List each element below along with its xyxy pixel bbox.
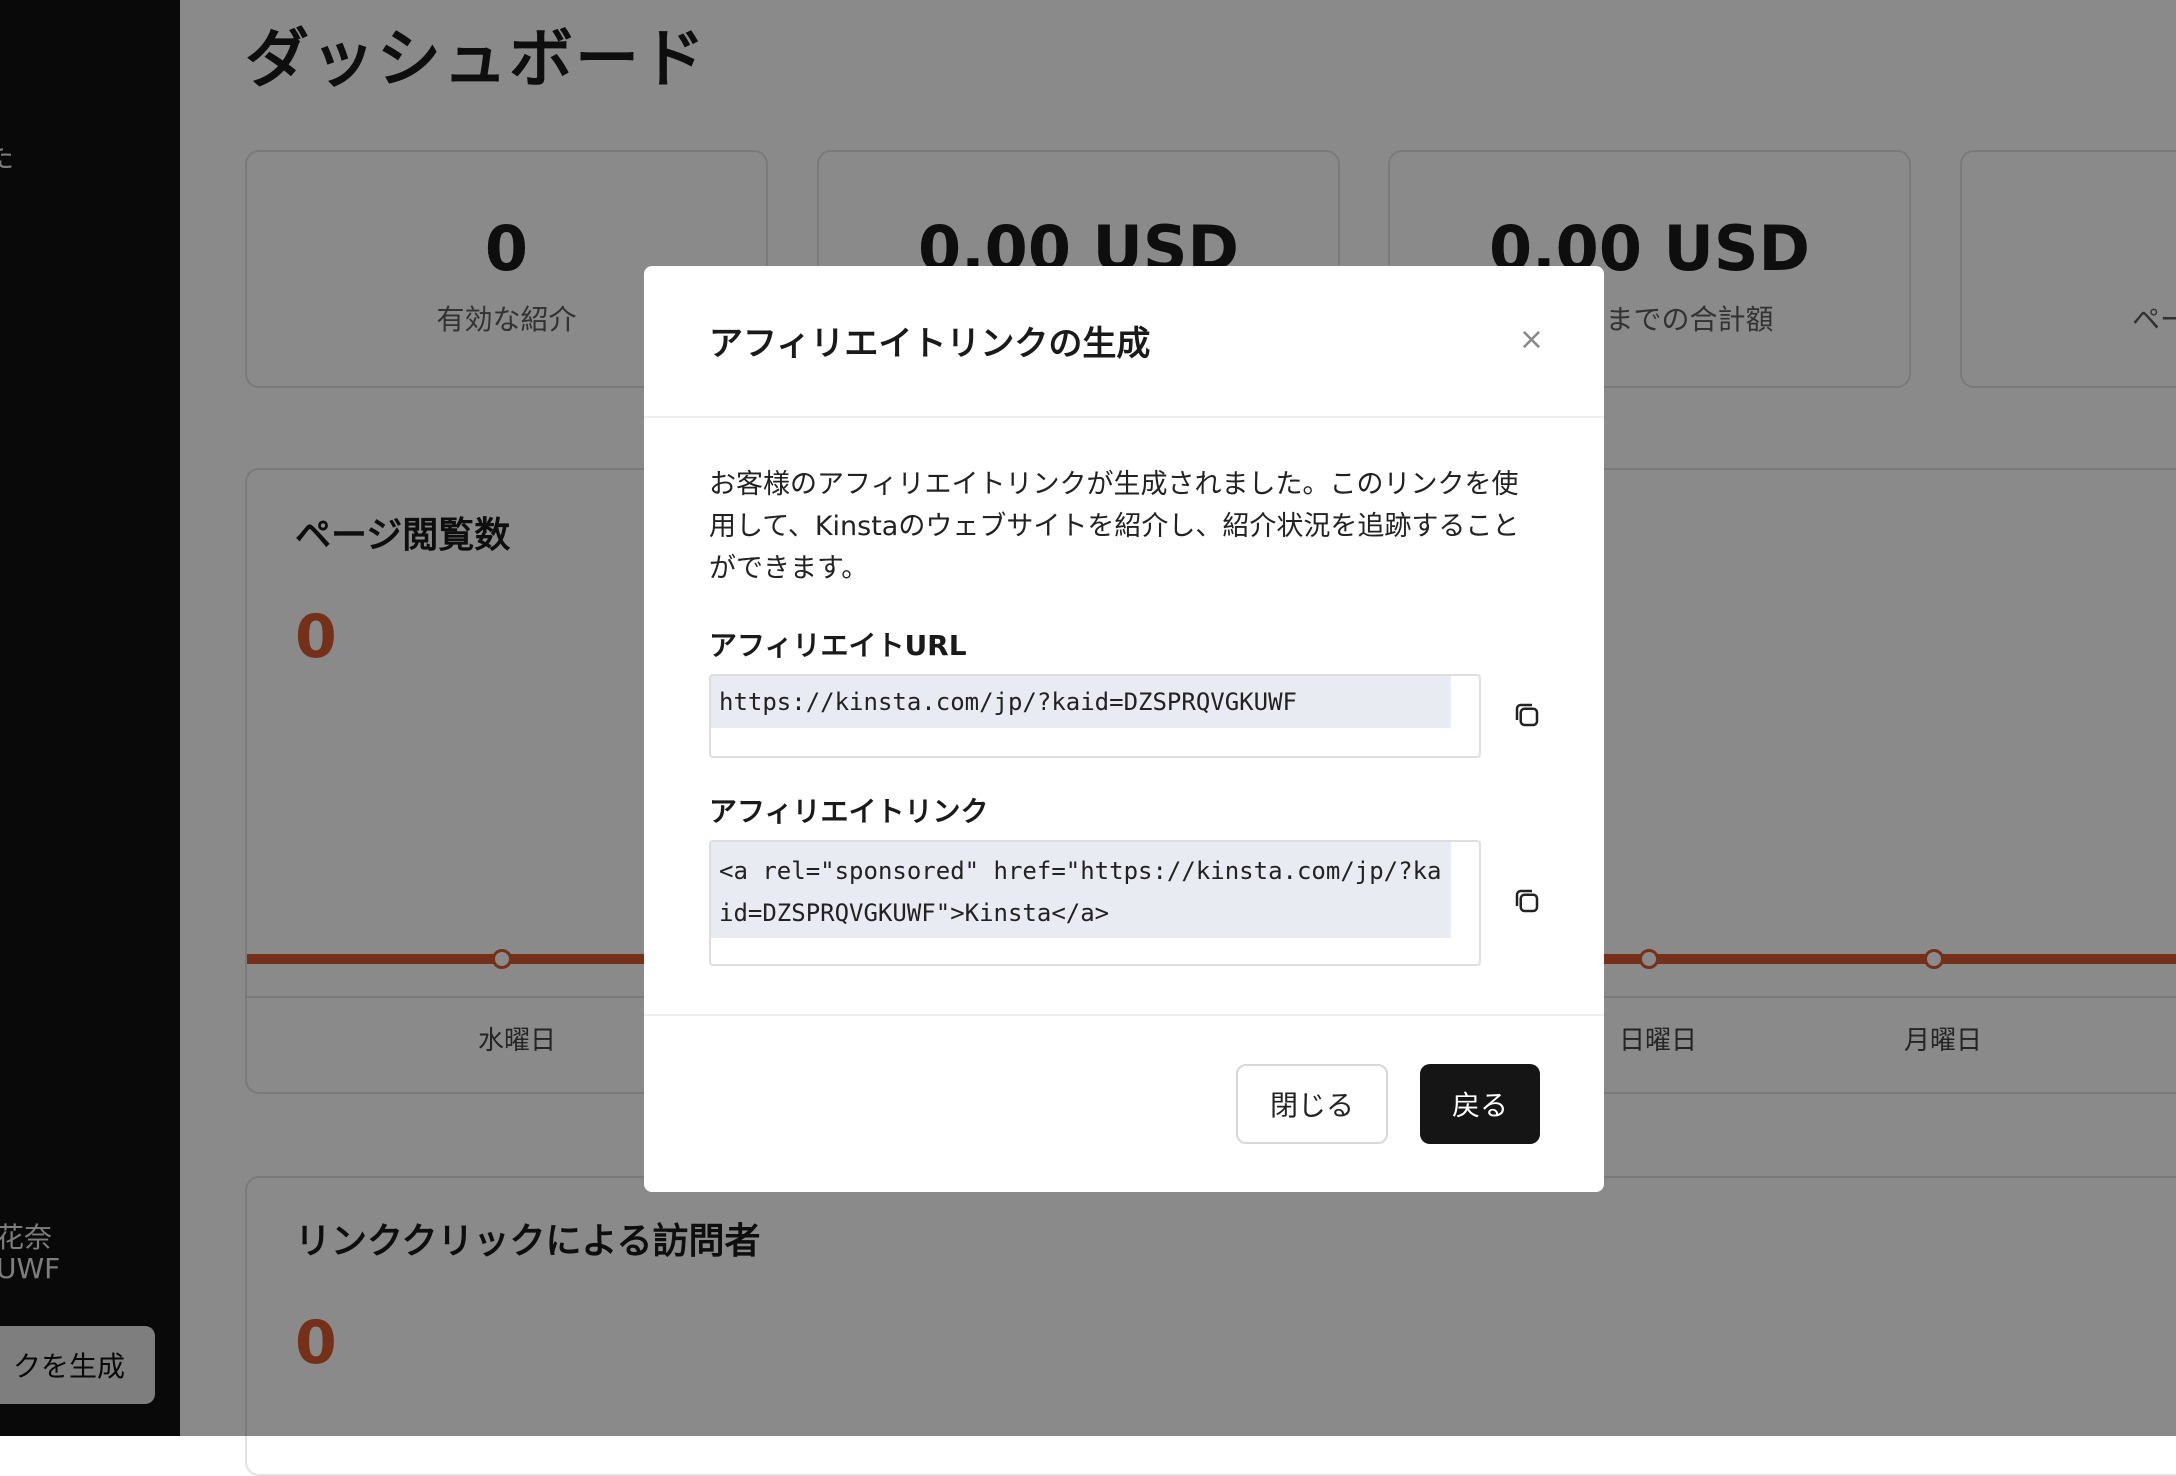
- back-button[interactable]: 戻る: [1420, 1064, 1540, 1144]
- copy-link-icon[interactable]: [1512, 886, 1542, 916]
- copy-url-icon[interactable]: [1512, 700, 1542, 730]
- affiliate-url-value: https://kinsta.com/jp/?kaid=DZSPRQVGKUWF: [711, 676, 1451, 728]
- affiliate-link-modal: アフィリエイトリンクの生成 × お客様のアフィリエイトリンクが生成されました。こ…: [644, 266, 1604, 1192]
- affiliate-link-value: <a rel="sponsored" href="https://kinsta.…: [711, 842, 1451, 938]
- modal-footer: 閉じる 戻る: [644, 1014, 1604, 1192]
- modal-description: お客様のアフィリエイトリンクが生成されました。このリンクを使用して、Kinsta…: [709, 469, 1520, 584]
- close-button[interactable]: 閉じる: [1236, 1064, 1388, 1144]
- affiliate-url-field[interactable]: https://kinsta.com/jp/?kaid=DZSPRQVGKUWF: [709, 674, 1481, 758]
- back-button-label: 戻る: [1451, 1089, 1508, 1122]
- affiliate-link-label: アフィリエイトリンク: [709, 795, 989, 828]
- affiliate-link-field[interactable]: <a rel="sponsored" href="https://kinsta.…: [709, 840, 1481, 966]
- modal-header: アフィリエイトリンクの生成 ×: [644, 266, 1604, 418]
- close-icon[interactable]: ×: [1519, 322, 1544, 357]
- close-button-label: 閉じる: [1269, 1089, 1354, 1122]
- affiliate-url-label: アフィリエイトURL: [709, 629, 967, 662]
- modal-title: アフィリエイトリンクの生成: [709, 324, 1151, 364]
